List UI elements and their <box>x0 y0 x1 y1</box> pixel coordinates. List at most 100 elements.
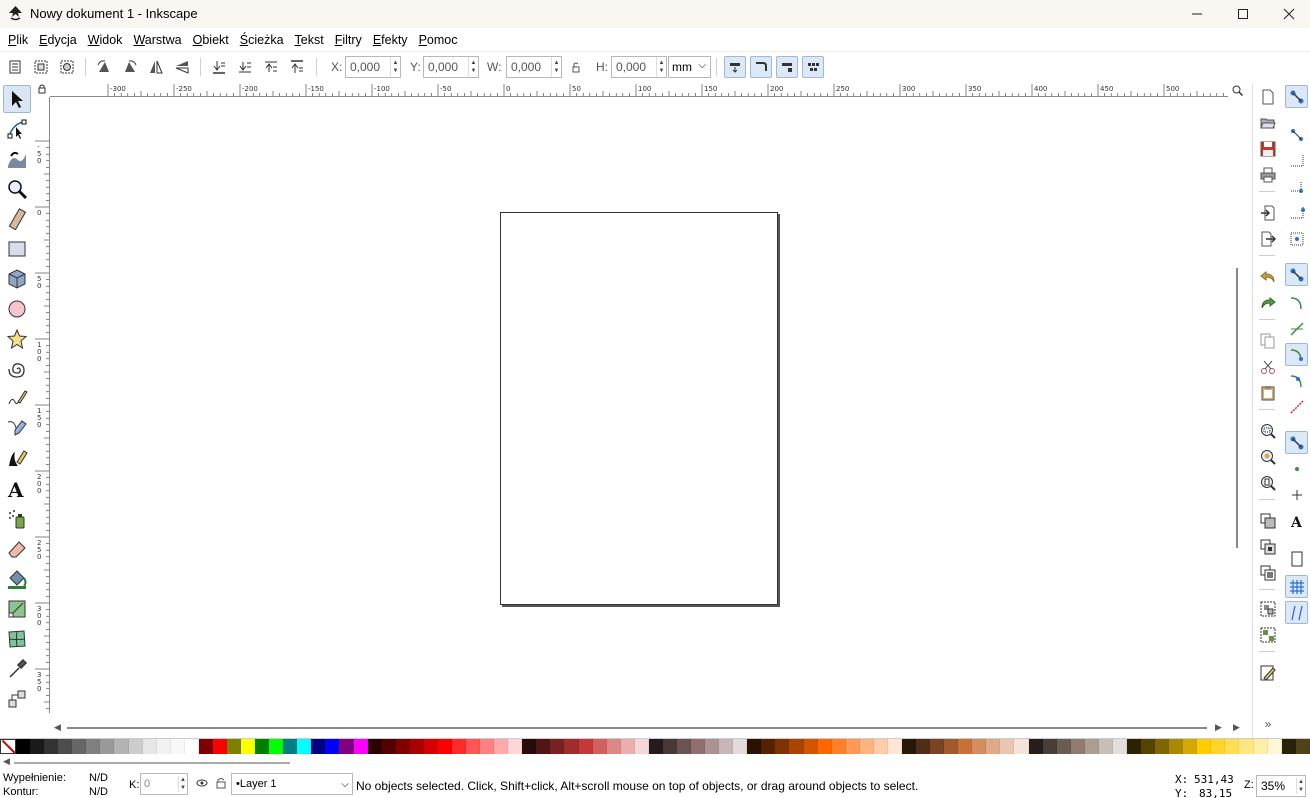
gradient-tool[interactable] <box>3 595 31 623</box>
color-swatch[interactable] <box>480 739 495 754</box>
color-swatch[interactable] <box>114 739 129 754</box>
color-swatch[interactable] <box>339 739 354 754</box>
palette-scrollbar-thumb[interactable] <box>14 762 290 764</box>
unit-select[interactable]: mm ⌵ <box>668 56 711 78</box>
ungroup-button[interactable] <box>1257 624 1279 646</box>
menu-filtry[interactable]: Filtry <box>331 30 366 50</box>
w-value[interactable]: 0,000 <box>507 60 551 74</box>
horizontal-scrollbar[interactable]: ◀ ▶ ▶ <box>51 721 1245 735</box>
color-swatch[interactable] <box>198 739 213 754</box>
color-swatch[interactable] <box>325 739 340 754</box>
h-value[interactable]: 0,000 <box>612 60 656 74</box>
scale-stroke-toggle[interactable] <box>724 56 746 78</box>
color-swatch[interactable] <box>747 739 762 754</box>
vertical-ruler[interactable]: -50050100150200250300350400450 <box>34 97 50 713</box>
color-swatch[interactable] <box>100 739 115 754</box>
close-button[interactable] <box>1266 0 1310 28</box>
color-swatch[interactable] <box>1295 739 1310 754</box>
x-value[interactable]: 0,000 <box>346 60 390 74</box>
menu-efekty[interactable]: Efekty <box>369 30 412 50</box>
group-button[interactable] <box>1257 598 1279 620</box>
zoom-corner[interactable] <box>1229 83 1245 97</box>
color-swatch[interactable] <box>283 739 298 754</box>
stroke-value[interactable]: N/D <box>89 786 108 798</box>
snap-others-toggle[interactable] <box>1285 431 1308 454</box>
lower-to-bottom-button[interactable] <box>208 56 230 78</box>
color-swatch[interactable] <box>522 739 537 754</box>
flip-vertical-button[interactable] <box>171 56 193 78</box>
color-swatch[interactable] <box>494 739 509 754</box>
w-spin-arrows[interactable]: ▲ ▼ <box>551 57 561 77</box>
pencil-tool[interactable] <box>3 385 31 413</box>
menu-edycja[interactable]: Edycja <box>35 30 81 50</box>
color-swatch[interactable] <box>930 739 945 754</box>
maximize-button[interactable] <box>1220 0 1266 28</box>
copy-button[interactable] <box>1257 330 1279 352</box>
color-swatch[interactable] <box>887 739 902 754</box>
unlink-clone-button[interactable] <box>1257 562 1279 584</box>
zoom-selection-button[interactable] <box>1257 420 1279 442</box>
color-swatch[interactable] <box>691 739 706 754</box>
color-swatch[interactable] <box>1112 739 1127 754</box>
color-swatch[interactable] <box>226 739 241 754</box>
color-swatch[interactable] <box>1098 739 1113 754</box>
y-value[interactable]: 0,000 <box>424 60 468 74</box>
color-swatch[interactable] <box>634 739 649 754</box>
snap-bbox-midpoints-toggle[interactable] <box>1285 201 1308 224</box>
color-swatch[interactable] <box>170 739 185 754</box>
snap-bbox-corners-toggle[interactable] <box>1285 175 1308 198</box>
color-swatch[interactable] <box>676 739 691 754</box>
import-button[interactable] <box>1257 202 1279 224</box>
calligraphy-tool[interactable] <box>3 445 31 473</box>
color-swatch[interactable] <box>44 739 59 754</box>
color-swatch[interactable] <box>1281 739 1296 754</box>
menu-plik[interactable]: Plik <box>4 30 32 50</box>
horizontal-scrollbar-thumb[interactable] <box>67 727 1207 729</box>
zoom-value[interactable]: 35% <box>1257 779 1296 793</box>
node-tool[interactable] <box>3 115 31 143</box>
snap-bbox-toggle[interactable] <box>1285 123 1308 146</box>
snap-enable-toggle[interactable] <box>1285 85 1308 108</box>
canvas[interactable] <box>51 98 1229 720</box>
duplicate-button[interactable] <box>1257 510 1279 532</box>
color-swatch[interactable] <box>972 739 987 754</box>
snap-nodes-toggle[interactable] <box>1285 263 1308 286</box>
spiral-tool[interactable] <box>3 355 31 383</box>
color-swatch[interactable] <box>1084 739 1099 754</box>
color-swatch[interactable] <box>958 739 973 754</box>
print-button[interactable] <box>1257 164 1279 186</box>
color-swatch[interactable] <box>578 739 593 754</box>
color-swatch[interactable] <box>1211 739 1226 754</box>
vertical-scrollbar[interactable] <box>1230 98 1244 720</box>
snap-paths-toggle[interactable] <box>1285 291 1308 314</box>
transform-patterns-toggle[interactable] <box>802 56 824 78</box>
color-swatch[interactable] <box>311 739 326 754</box>
color-swatch[interactable] <box>1056 739 1071 754</box>
new-document-button[interactable] <box>1257 86 1279 108</box>
color-swatch[interactable] <box>128 739 143 754</box>
color-swatch[interactable] <box>648 739 663 754</box>
menu-tekst[interactable]: Tekst <box>291 30 328 50</box>
color-swatch[interactable] <box>1126 739 1141 754</box>
cut-button[interactable] <box>1257 356 1279 378</box>
lock-proportions-button[interactable] <box>565 56 587 78</box>
color-swatch[interactable] <box>297 739 312 754</box>
color-swatch[interactable] <box>761 739 776 754</box>
color-swatch[interactable] <box>241 739 256 754</box>
redo-button[interactable] <box>1257 292 1279 314</box>
color-swatch[interactable] <box>353 739 368 754</box>
swatch-none[interactable] <box>0 739 16 754</box>
snap-object-center-toggle[interactable] <box>1285 457 1308 480</box>
connector-tool[interactable] <box>3 685 31 713</box>
select-all-layers-button[interactable] <box>30 56 52 78</box>
text-tool[interactable]: A <box>3 475 31 503</box>
color-swatch[interactable] <box>423 739 438 754</box>
x-spin-arrows[interactable]: ▲ ▼ <box>390 57 400 77</box>
color-swatch[interactable] <box>508 739 523 754</box>
vertical-scrollbar-thumb[interactable] <box>1236 268 1238 548</box>
color-swatch[interactable] <box>1197 739 1212 754</box>
scroll-right-arrow-icon[interactable]: ▶ <box>1215 722 1222 733</box>
snap-page-border-toggle[interactable] <box>1285 547 1308 570</box>
3d-box-tool[interactable] <box>3 265 31 293</box>
deselect-button[interactable] <box>56 56 78 78</box>
